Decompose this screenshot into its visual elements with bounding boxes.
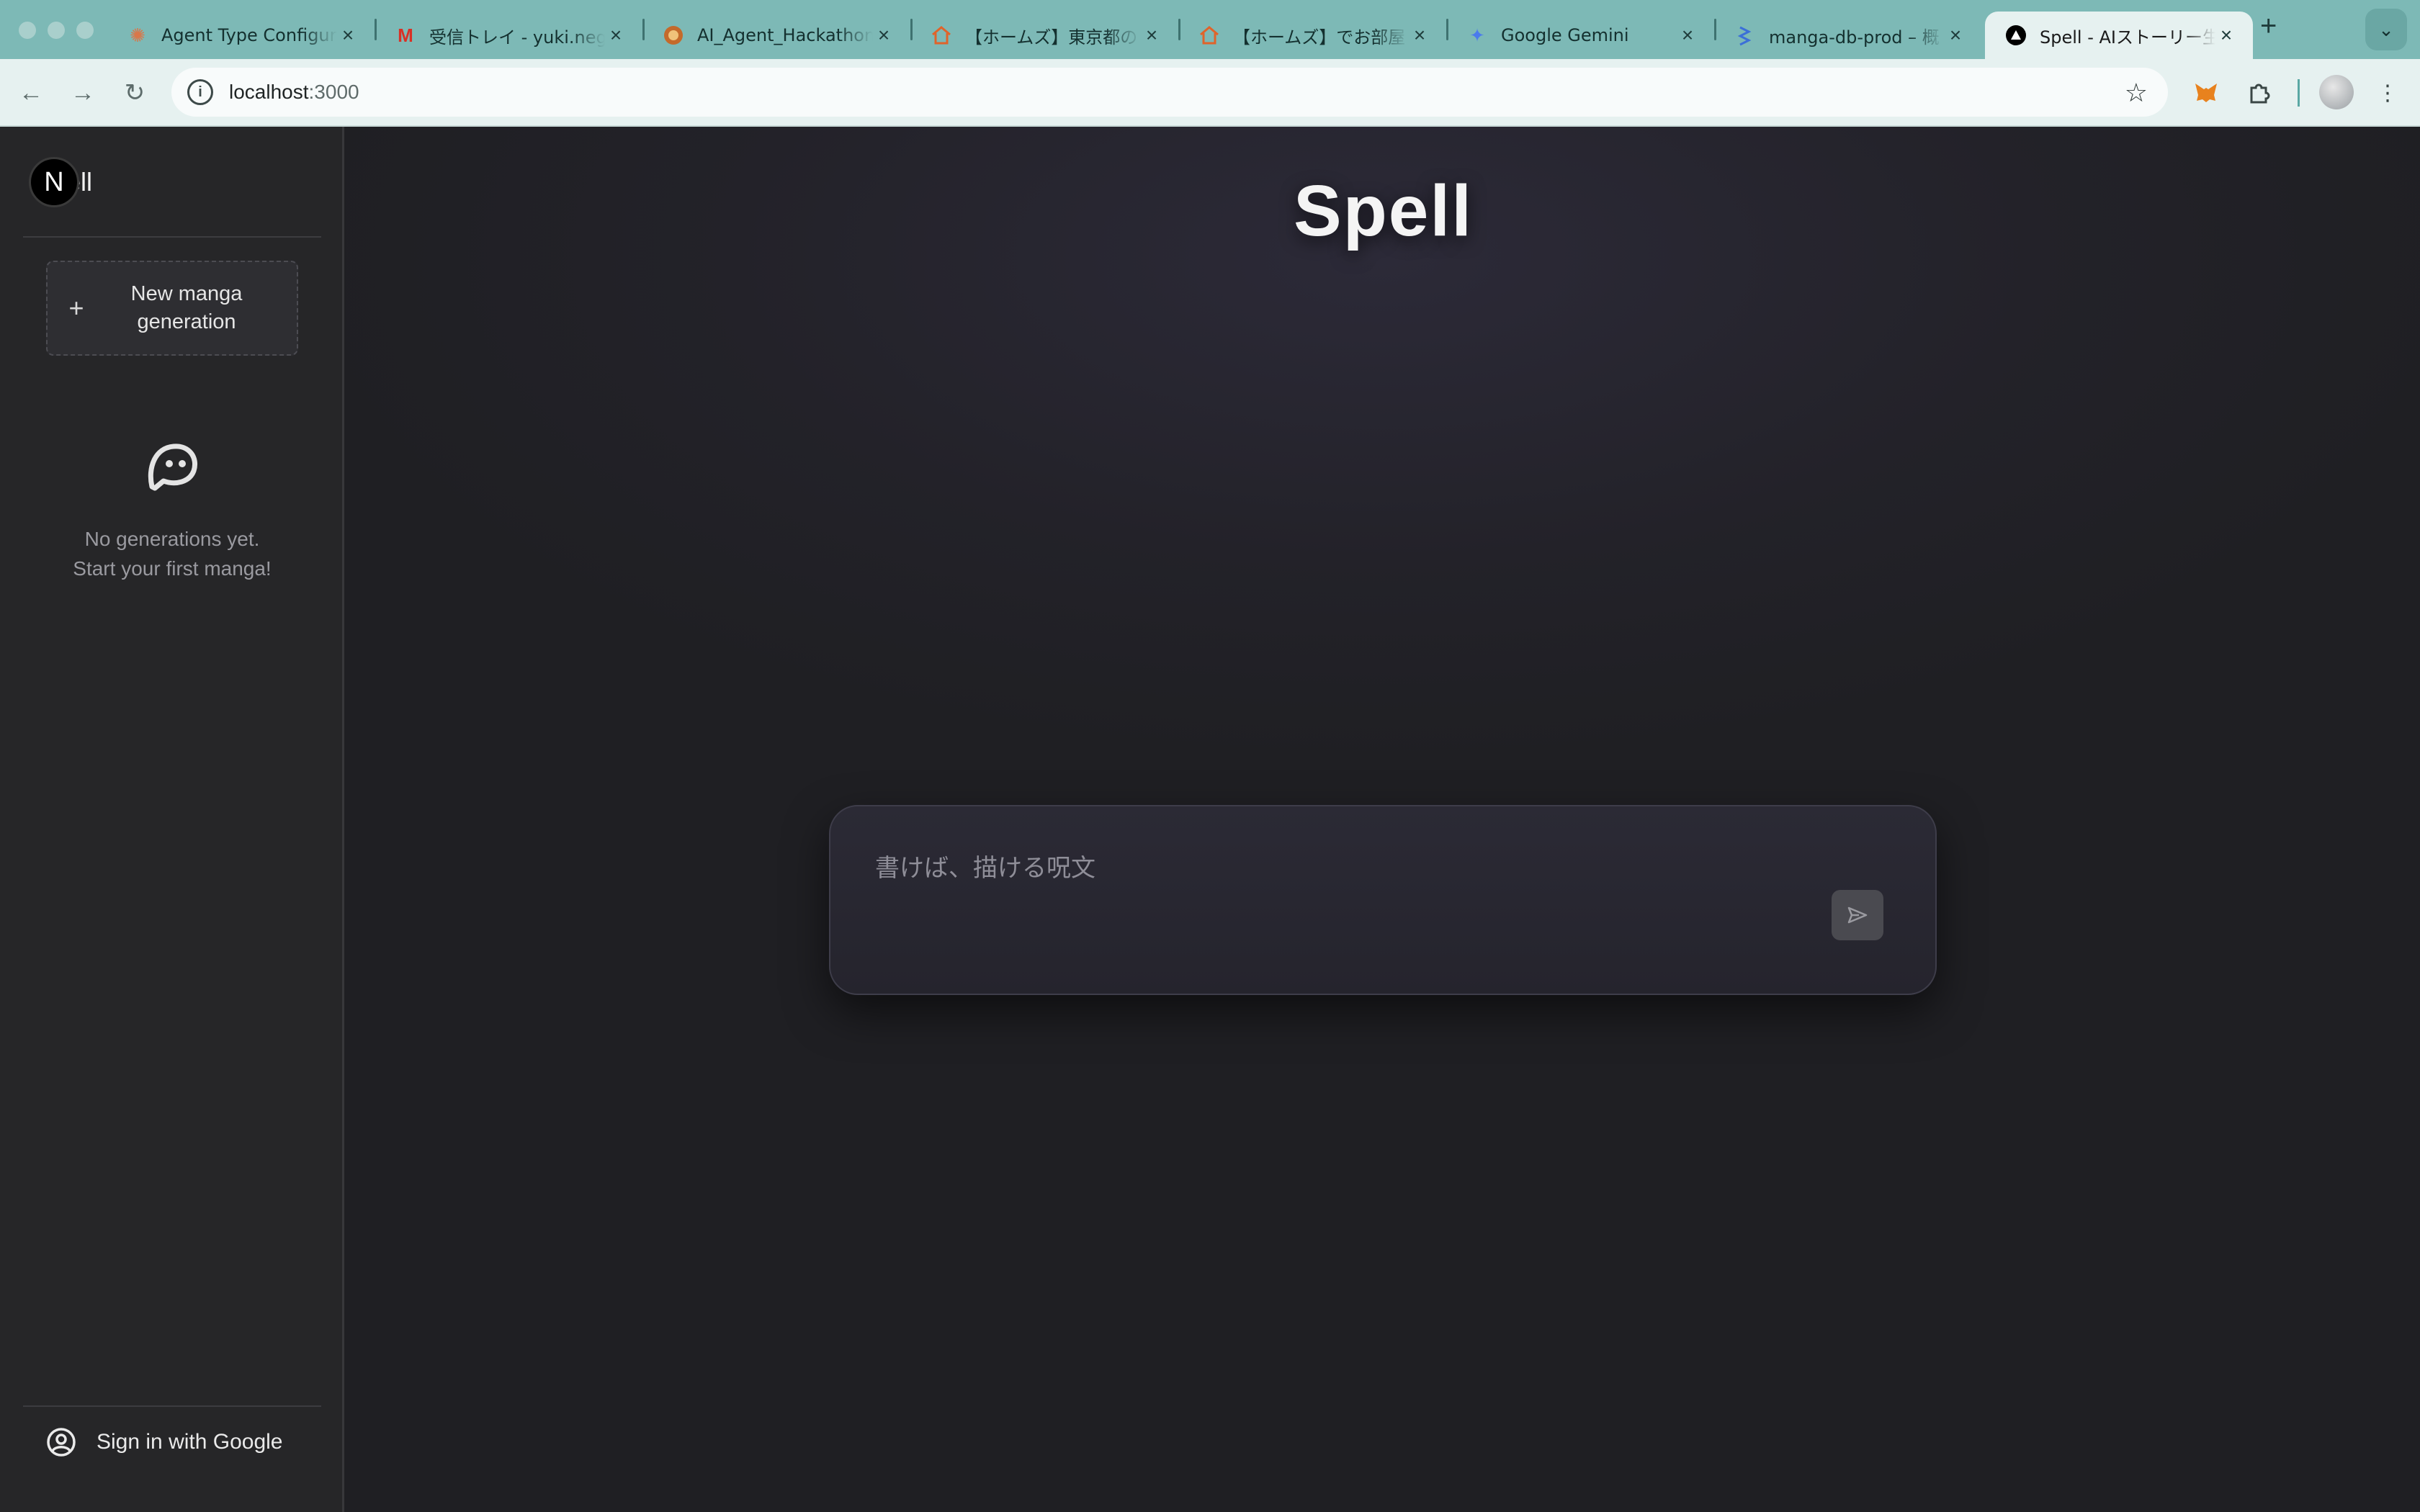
reload-icon: ↻: [124, 79, 145, 107]
metamask-icon[interactable]: [2188, 75, 2224, 111]
sidebar-divider: [23, 1405, 321, 1407]
new-manga-generation-button[interactable]: + New manga generation: [46, 261, 298, 356]
browser-tab[interactable]: 【ホームズ】でお部屋 ×: [1178, 12, 1446, 59]
empty-state-line-2: Start your first manga!: [73, 557, 272, 580]
minimize-window-button[interactable]: [48, 22, 65, 39]
tab-title: 受信トレイ - yuki.neg: [429, 27, 605, 48]
browser-tab[interactable]: M 受信トレイ - yuki.neg ×: [375, 12, 642, 59]
close-window-button[interactable]: [19, 22, 36, 39]
send-button[interactable]: [1832, 890, 1883, 940]
triangle-icon: [2005, 24, 2027, 46]
url-host: localhost: [229, 81, 309, 103]
arrow-right-icon: →: [71, 78, 95, 107]
browser-tab[interactable]: manga-db-prod – 概 ×: [1714, 12, 1982, 59]
tab-title: Google Gemini: [1501, 25, 1629, 45]
prompt-input[interactable]: [875, 848, 1826, 935]
browser-tab[interactable]: 【ホームズ】東京都の ×: [910, 12, 1178, 59]
address-bar[interactable]: i localhost:3000 ☆: [171, 68, 2168, 117]
tab-title: AI_Agent_Hackathon: [697, 25, 873, 45]
brand[interactable]: N ell: [29, 157, 92, 207]
sign-in-label: Sign in with Google: [97, 1430, 283, 1454]
browser-tab-strip: ✺ Agent Type Configur × M 受信トレイ - yuki.n…: [0, 0, 2420, 59]
url-port: :3000: [308, 81, 359, 103]
gemini-icon: ✦: [1469, 24, 1485, 46]
page-title: Spell: [1294, 171, 1473, 251]
site-info-icon[interactable]: i: [187, 79, 213, 105]
tab-title: manga-db-prod – 概: [1769, 27, 1940, 48]
chevron-down-icon: ⌄: [2378, 18, 2394, 40]
close-tab-icon[interactable]: ×: [873, 24, 895, 47]
browser-tab[interactable]: AI_Agent_Hackathon ×: [642, 12, 910, 59]
close-tab-icon[interactable]: ×: [1677, 24, 1698, 47]
send-icon: [1847, 906, 1868, 924]
reload-button[interactable]: ↻: [118, 76, 151, 109]
bookmark-star-icon[interactable]: ☆: [2125, 78, 2148, 108]
more-options-icon[interactable]: ⋮: [2370, 75, 2406, 111]
browser-tab[interactable]: ✦ Google Gemini ×: [1446, 12, 1714, 59]
ghost-chat-icon: [142, 436, 202, 497]
maximize-window-button[interactable]: [76, 22, 94, 39]
sign-in-with-google-button[interactable]: Sign in with Google: [46, 1427, 283, 1457]
profile-avatar[interactable]: [2319, 75, 2354, 109]
close-tab-icon[interactable]: ×: [337, 24, 359, 47]
empty-state-line-1: No generations yet.: [84, 528, 260, 550]
sidebar: N ell + New manga generation No generati…: [0, 127, 344, 1512]
prompt-composer: [829, 805, 1937, 995]
empty-history: No generations yet. Start your first man…: [0, 436, 344, 583]
database-icon: [1734, 24, 1756, 46]
user-circle-icon: [46, 1427, 76, 1457]
app-root: N ell + New manga generation No generati…: [0, 127, 2420, 1512]
arrow-left-icon: ←: [19, 78, 43, 107]
close-tab-icon[interactable]: ×: [2215, 24, 2237, 47]
extensions-puzzle-icon[interactable]: [2241, 75, 2277, 111]
url-text[interactable]: localhost:3000: [229, 81, 359, 104]
tab-title: 【ホームズ】でお部屋: [1233, 27, 1406, 48]
tab-title: 【ホームズ】東京都の: [965, 27, 1138, 48]
back-button[interactable]: ←: [14, 76, 48, 109]
tab-title: Spell - AIストーリー生: [2040, 27, 2215, 48]
browser-toolbar: ← → ↻ i localhost:3000 ☆ ⋮: [0, 59, 2420, 127]
new-manga-label: New manga generation: [130, 282, 243, 333]
plus-icon: +: [68, 293, 84, 323]
close-tab-icon[interactable]: ×: [605, 24, 627, 47]
browser-tab-active[interactable]: Spell - AIストーリー生 ×: [1985, 12, 2253, 59]
main-panel: Spell: [346, 127, 2420, 1512]
close-tab-icon[interactable]: ×: [1409, 24, 1430, 47]
homes-icon: [1198, 24, 1220, 46]
sunburst-icon: ✺: [130, 24, 145, 46]
close-tab-icon[interactable]: ×: [1141, 24, 1162, 47]
hackathon-icon: [663, 24, 684, 46]
new-tab-button[interactable]: +: [2260, 10, 2277, 42]
homes-icon: [931, 24, 952, 46]
sidebar-divider: [23, 236, 321, 238]
forward-button[interactable]: →: [66, 76, 99, 109]
gmail-icon: M: [398, 24, 413, 46]
nextjs-logo: N: [29, 157, 79, 207]
tab-title: Agent Type Configur: [161, 25, 337, 45]
window-controls[interactable]: [19, 22, 94, 39]
close-tab-icon[interactable]: ×: [1945, 24, 1966, 47]
tab-search-button[interactable]: ⌄: [2365, 9, 2407, 50]
browser-tab[interactable]: ✺ Agent Type Configur ×: [107, 12, 375, 59]
